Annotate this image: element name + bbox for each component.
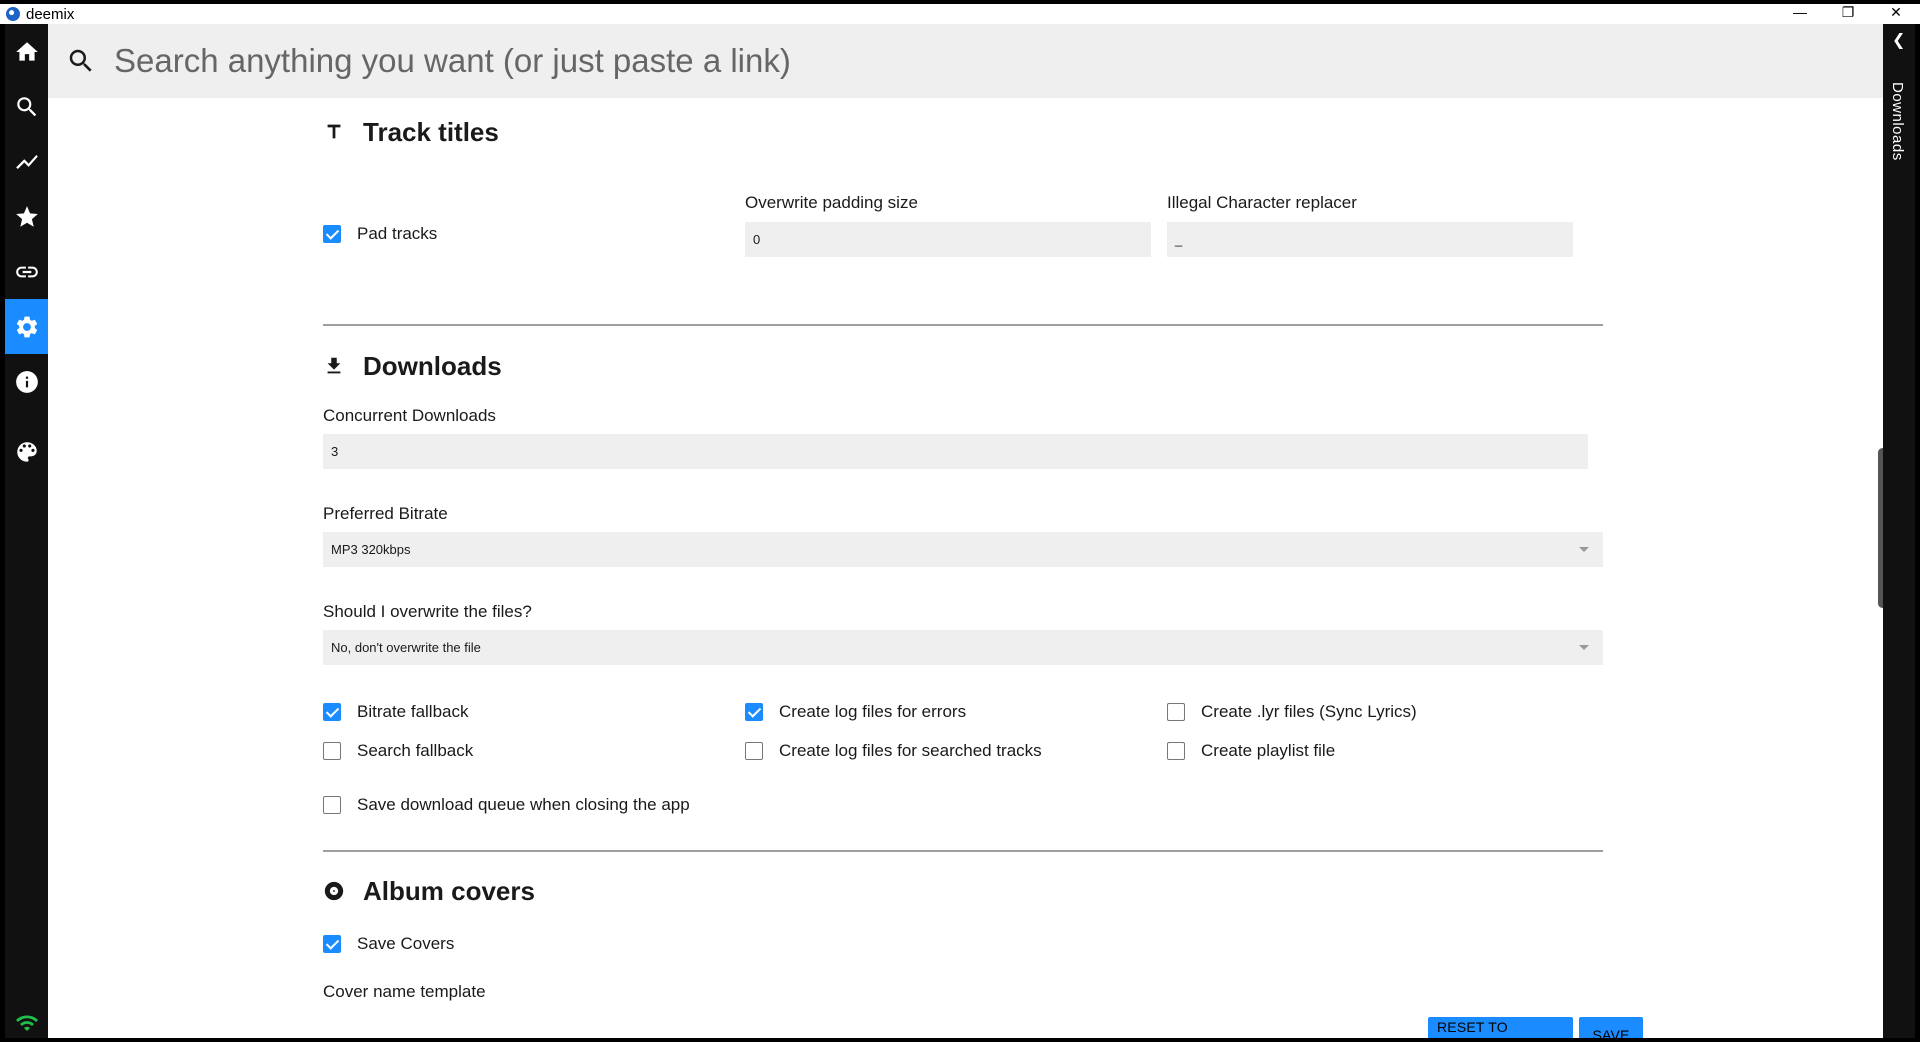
search-input[interactable]	[114, 42, 1714, 80]
connection-status	[5, 1008, 48, 1038]
save-queue-checkbox[interactable]: Save download queue when closing the app	[323, 795, 690, 815]
sidebar-item-link-analyzer[interactable]	[5, 244, 48, 299]
log-errors-check[interactable]	[745, 703, 763, 721]
sidebar	[5, 24, 48, 1038]
search-icon	[16, 96, 36, 116]
wifi-icon	[15, 1015, 38, 1031]
minimize-button[interactable]: —	[1776, 0, 1824, 24]
save-button[interactable]: SAVE	[1579, 1017, 1643, 1038]
illegal-char-label: Illegal Character replacer	[1167, 193, 1357, 212]
track-titles-heading: Track titles	[323, 112, 499, 152]
preferred-bitrate-label: Preferred Bitrate	[323, 504, 448, 523]
search-fallback-check[interactable]	[323, 742, 341, 760]
overwrite-files-value: No, don't overwrite the file	[331, 640, 481, 655]
playlist-file-label: Create playlist file	[1201, 741, 1336, 760]
overwrite-files-label: Should I overwrite the files?	[323, 602, 532, 621]
track-titles-title: Track titles	[363, 116, 499, 147]
album-icon	[323, 880, 345, 902]
padding-size-input[interactable]: 0	[745, 222, 1151, 257]
log-errors-label: Create log files for errors	[779, 702, 967, 721]
overwrite-files-select[interactable]: No, don't overwrite the file	[323, 630, 1603, 665]
star-icon	[15, 205, 38, 227]
search-fallback-label: Search fallback	[357, 741, 474, 760]
close-button[interactable]: ✕	[1872, 0, 1920, 24]
sidebar-item-favorites[interactable]	[5, 189, 48, 244]
pad-tracks-checkbox[interactable]: Pad tracks	[323, 224, 437, 244]
gear-icon	[16, 316, 37, 337]
log-errors-checkbox[interactable]: Create log files for errors	[745, 702, 966, 722]
search-icon	[66, 46, 96, 76]
home-icon	[15, 41, 38, 61]
save-queue-label: Save download queue when closing the app	[357, 795, 690, 814]
playlist-file-check[interactable]	[1167, 742, 1185, 760]
illegal-char-input[interactable]: _	[1167, 222, 1573, 257]
lyr-files-label: Create .lyr files (Sync Lyrics)	[1201, 702, 1417, 721]
pad-tracks-label: Pad tracks	[357, 224, 438, 243]
info-icon	[15, 370, 38, 393]
pad-tracks-check[interactable]	[323, 225, 341, 243]
playlist-file-checkbox[interactable]: Create playlist file	[1167, 741, 1335, 761]
window-controls: — ❐ ✕	[1776, 0, 1920, 24]
text-t-icon	[323, 121, 345, 143]
lyr-files-check[interactable]	[1167, 703, 1185, 721]
preferred-bitrate-value: MP3 320kbps	[331, 542, 411, 557]
maximize-button[interactable]: ❐	[1824, 0, 1872, 24]
main-content: Track titles Pad tracks Overwrite paddin…	[48, 24, 1888, 1038]
bitrate-fallback-checkbox[interactable]: Bitrate fallback	[323, 702, 469, 722]
window-title: deemix	[26, 5, 75, 23]
log-searched-check[interactable]	[745, 742, 763, 760]
search-bar	[48, 24, 1888, 98]
sidebar-item-home[interactable]	[5, 24, 48, 79]
downloads-title: Downloads	[363, 350, 502, 381]
chevron-down-icon	[1579, 645, 1589, 650]
album-covers-heading: Album covers	[323, 871, 535, 911]
padding-size-label: Overwrite padding size	[745, 193, 918, 212]
section-divider	[323, 850, 1603, 852]
search-fallback-checkbox[interactable]: Search fallback	[323, 741, 473, 761]
deemix-logo-icon	[6, 7, 20, 21]
bitrate-fallback-check[interactable]	[323, 703, 341, 721]
sidebar-item-theme[interactable]	[5, 424, 48, 479]
downloads-bar-label: Downloads	[1889, 82, 1906, 161]
sidebar-item-search[interactable]	[5, 79, 48, 134]
bitrate-fallback-label: Bitrate fallback	[357, 702, 469, 721]
downloads-heading-main: Downloads	[323, 346, 502, 386]
section-divider	[323, 324, 1603, 326]
concurrent-downloads-input[interactable]: 3	[323, 434, 1588, 469]
lyr-files-checkbox[interactable]: Create .lyr files (Sync Lyrics)	[1167, 702, 1417, 722]
save-covers-label: Save Covers	[357, 934, 455, 953]
sidebar-item-settings[interactable]	[5, 299, 48, 354]
reset-to-default-button[interactable]: RESET TO DEFAULT	[1428, 1017, 1573, 1038]
concurrent-downloads-label: Concurrent Downloads	[323, 406, 496, 425]
trending-icon	[15, 154, 38, 169]
chevron-down-icon	[1579, 547, 1589, 552]
downloads-bar[interactable]: ❮ Downloads	[1883, 24, 1915, 1038]
chevron-left-icon[interactable]: ❮	[1892, 30, 1905, 50]
preferred-bitrate-select[interactable]: MP3 320kbps	[323, 532, 1603, 567]
album-covers-title: Album covers	[363, 875, 535, 906]
save-covers-check[interactable]	[323, 935, 341, 953]
save-covers-checkbox[interactable]: Save Covers	[323, 934, 454, 954]
log-searched-checkbox[interactable]: Create log files for searched tracks	[745, 741, 1042, 761]
log-searched-label: Create log files for searched tracks	[779, 741, 1042, 760]
palette-icon	[16, 441, 37, 462]
window-titlebar: deemix — ❐ ✕	[0, 0, 1920, 24]
sidebar-item-charts[interactable]	[5, 134, 48, 189]
link-icon	[15, 266, 38, 277]
download-icon	[323, 355, 345, 377]
sidebar-item-about[interactable]	[5, 354, 48, 409]
save-queue-check[interactable]	[323, 796, 341, 814]
cover-template-label: Cover name template	[323, 982, 486, 1001]
